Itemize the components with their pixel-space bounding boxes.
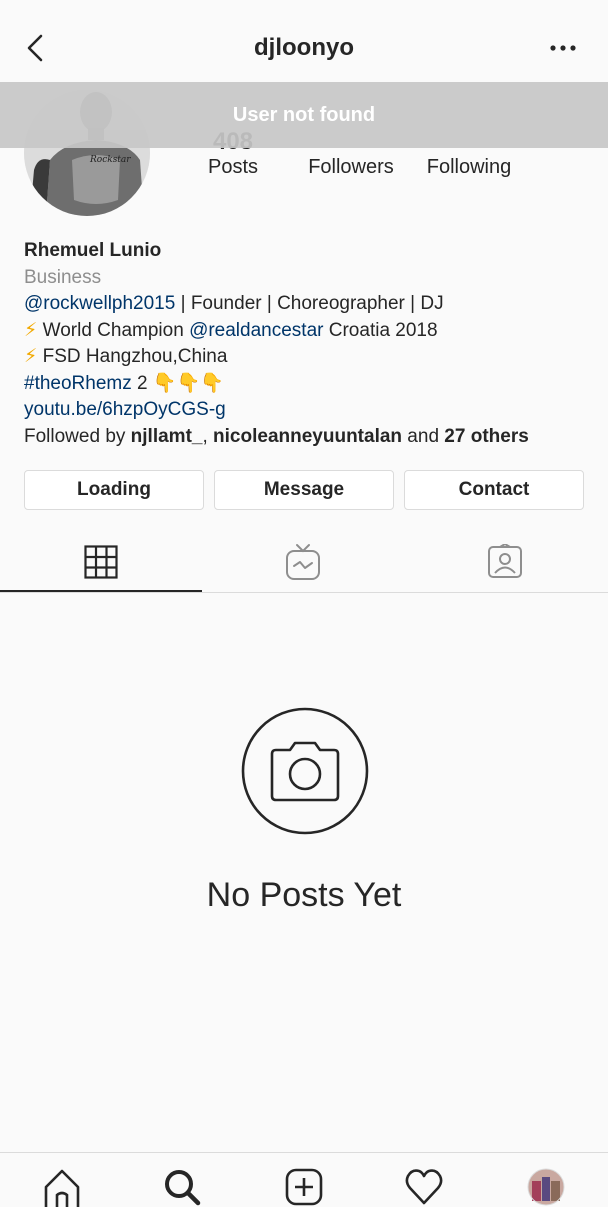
igtv-icon <box>286 544 320 580</box>
followed-by-prefix: Followed by <box>24 425 131 447</box>
tab-tagged[interactable] <box>404 532 606 592</box>
mention-link[interactable]: @rockwellph2015 <box>24 293 175 314</box>
camera-icon <box>241 707 369 835</box>
message-button[interactable]: Message <box>214 470 394 510</box>
lightning-emoji: ⚡ <box>24 319 38 341</box>
add-icon[interactable] <box>284 1167 324 1207</box>
tagged-icon <box>488 544 522 578</box>
home-icon[interactable] <box>42 1167 82 1207</box>
following-label: Following <box>426 156 512 178</box>
no-posts-text: No Posts Yet <box>206 876 402 914</box>
followed-by-and: and <box>402 425 445 447</box>
followed-by[interactable]: Followed by njllamt_, nicoleanneyuuntala… <box>24 424 594 451</box>
website-link[interactable]: youtu.be/6hzpOyCGS-g <box>24 399 226 420</box>
lightning-emoji: ⚡ <box>24 346 38 367</box>
followed-by-separator: , <box>202 425 214 447</box>
bio-text: Croatia 2018 <box>323 319 438 341</box>
profile-bio: Rhemuel Lunio Business @rockwellph2015 |… <box>24 238 594 450</box>
grid-icon <box>84 545 118 579</box>
contact-button[interactable]: Contact <box>404 470 584 510</box>
bio-text: 2 <box>131 372 153 394</box>
user-not-found-toast: User not found <box>0 82 608 148</box>
follow-button[interactable]: Loading <box>24 470 204 510</box>
tab-grid[interactable] <box>0 532 202 592</box>
bio-text: FSD Hangzhou,China <box>37 346 228 367</box>
bottom-navigation <box>0 1152 608 1207</box>
tab-igtv[interactable] <box>202 532 404 592</box>
active-tab-indicator <box>0 590 202 592</box>
profile-full-name: Rhemuel Lunio <box>24 240 162 261</box>
followers-label: Followers <box>308 156 394 178</box>
pointing-down-emojis: 👇👇👇 <box>152 372 224 394</box>
mention-link[interactable]: @realdancestar <box>189 320 323 341</box>
heart-icon[interactable] <box>404 1167 444 1207</box>
bio-text: World Champion <box>37 319 190 341</box>
follower-user[interactable]: nicoleanneyuuntalan <box>213 426 402 447</box>
followed-by-others[interactable]: 27 others <box>444 426 528 447</box>
posts-label: Posts <box>207 156 259 178</box>
bio-line-2: ⚡ World Champion @realdancestar Croatia … <box>24 318 594 345</box>
bio-line-3: ⚡ FSD Hangzhou,China <box>24 344 594 371</box>
hashtag-link[interactable]: #theoRhemz <box>24 373 132 394</box>
follower-user[interactable]: njllamt_ <box>131 426 203 447</box>
profile-tabs <box>0 532 608 593</box>
profile-category: Business <box>24 266 102 288</box>
bio-line-1: @rockwellph2015 | Founder | Choreographe… <box>24 291 594 318</box>
more-horizontal-icon[interactable] <box>548 38 578 58</box>
profile-username-title: djloonyo <box>254 34 354 61</box>
bio-line-4: #theoRhemz 2 👇👇👇 <box>24 371 594 398</box>
profile-avatar-icon[interactable] <box>526 1167 566 1207</box>
search-icon[interactable] <box>162 1167 202 1207</box>
bio-text: | Founder | Choreographer | DJ <box>175 293 444 314</box>
svg-text:Rockstar: Rockstar <box>89 155 131 165</box>
